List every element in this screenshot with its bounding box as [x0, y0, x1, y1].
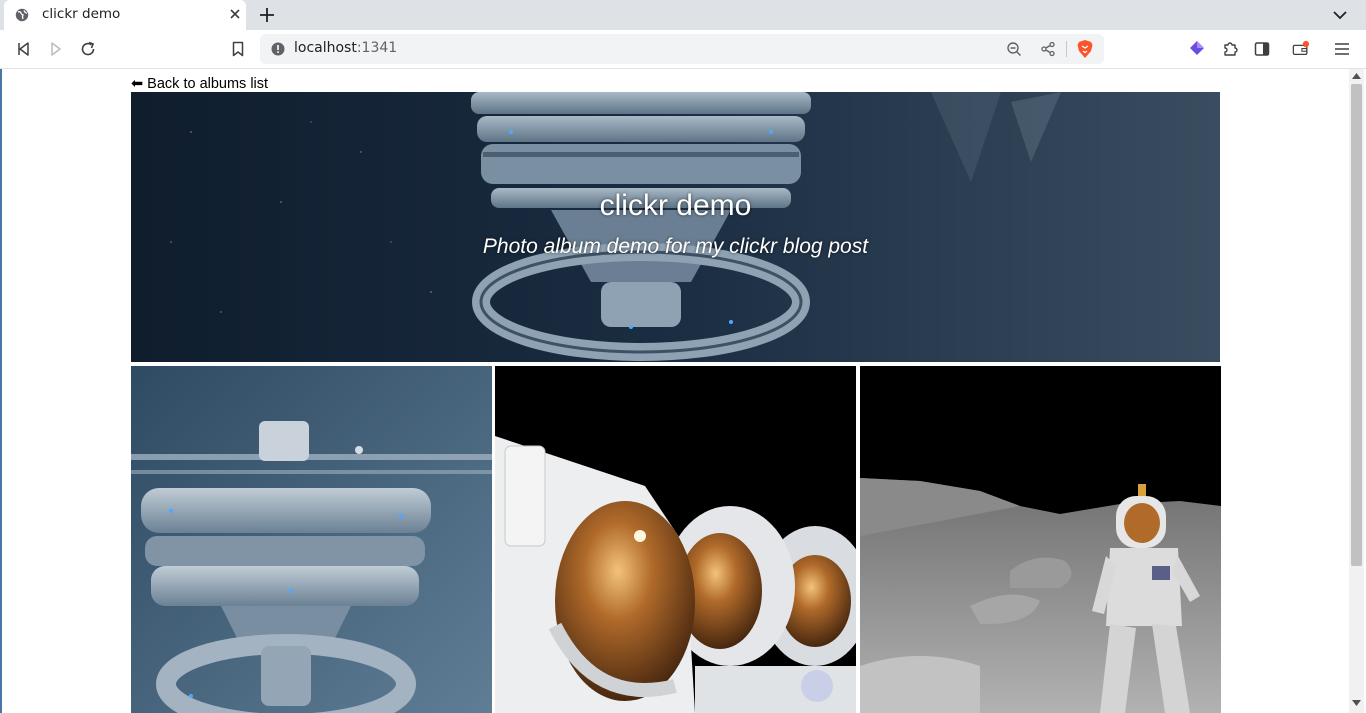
plus-icon[interactable] — [258, 6, 276, 24]
photo-thumbnail-astronauts[interactable] — [495, 366, 856, 713]
photo-thumbnail-moon-astronaut[interactable] — [860, 366, 1221, 713]
browser-toolbar: localhost:1341 1 — [0, 30, 1366, 90]
zoom-out-icon[interactable] — [1006, 41, 1022, 57]
globe-icon — [15, 8, 29, 22]
divider — [1066, 41, 1067, 57]
bookmark-icon[interactable] — [229, 40, 247, 58]
close-icon[interactable] — [228, 7, 242, 21]
brave-shields-icon[interactable] — [1076, 39, 1094, 59]
tab-title: clickr demo — [42, 6, 121, 22]
share-icon[interactable] — [1040, 41, 1056, 57]
url-host: localhost — [294, 40, 357, 56]
page-content: ⬅ Back to albums list clickr demo Photo … — [0, 69, 1366, 713]
info-icon[interactable] — [271, 42, 285, 56]
photo-thumbnail-space-station[interactable] — [131, 366, 492, 713]
reload-icon[interactable] — [79, 40, 97, 58]
scroll-down-arrow-icon[interactable] — [1352, 700, 1361, 706]
scroll-up-arrow-icon[interactable] — [1352, 73, 1361, 79]
address-bar[interactable]: localhost:1341 — [260, 34, 1104, 64]
window-border — [0, 69, 2, 713]
astronauts-image — [495, 366, 856, 713]
hero-space-station-image — [131, 92, 1220, 362]
space-station-image — [131, 366, 492, 713]
chevron-down-icon[interactable] — [1331, 7, 1349, 23]
sidebar-icon[interactable] — [1253, 40, 1271, 58]
album-title: clickr demo — [599, 189, 752, 222]
scrollbar-thumb[interactable] — [1351, 84, 1362, 566]
album-subtitle: Photo album demo for my clickr blog post — [482, 235, 869, 258]
extensions-icon[interactable] — [1221, 40, 1239, 58]
url-text[interactable]: localhost:1341 — [294, 40, 397, 56]
menu-icon[interactable] — [1333, 40, 1351, 58]
back-to-albums-link[interactable]: ⬅ Back to albums list — [131, 76, 268, 92]
back-icon[interactable] — [15, 40, 33, 58]
album-hero-banner: clickr demo Photo album demo for my clic… — [131, 92, 1220, 362]
rewards-icon[interactable] — [1189, 40, 1209, 60]
forward-icon[interactable] — [47, 40, 65, 58]
moon-astronaut-image — [860, 366, 1221, 713]
wallet-icon[interactable] — [1292, 40, 1310, 58]
tab-active[interactable]: clickr demo — [4, 0, 246, 30]
url-port: :1341 — [356, 40, 398, 56]
tab-strip: clickr demo — [0, 0, 1366, 30]
vertical-scrollbar[interactable] — [1349, 69, 1364, 713]
